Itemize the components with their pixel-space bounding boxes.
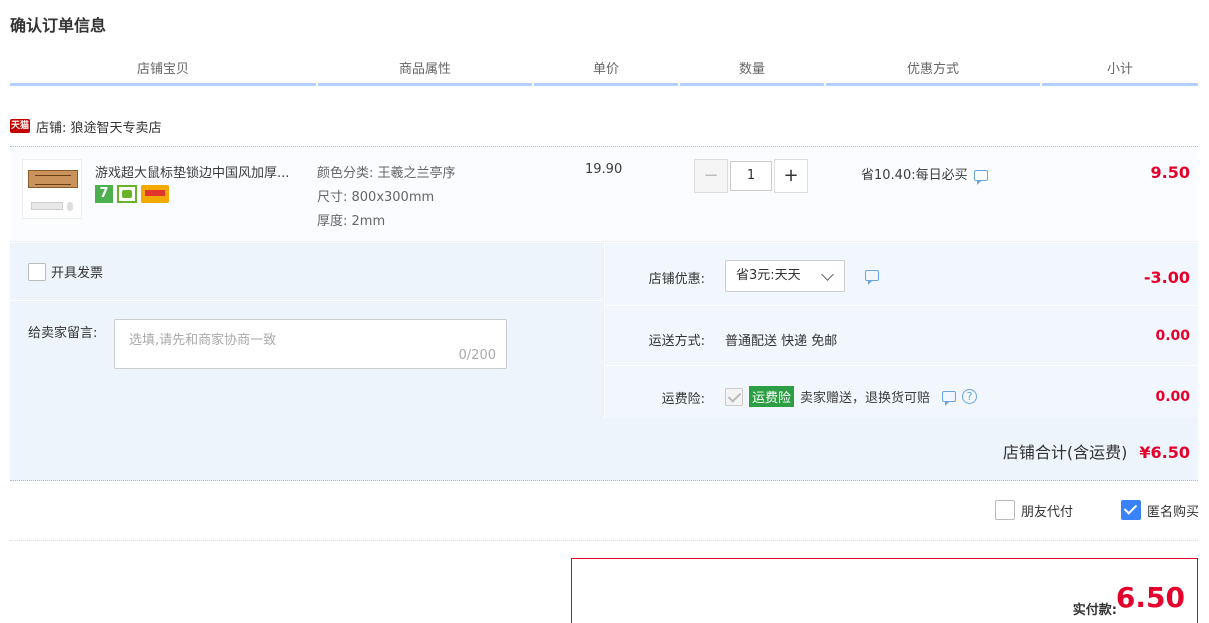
quantity-increase-button[interactable]: + <box>774 159 808 193</box>
payment-amount: 6.50 <box>1115 581 1185 614</box>
seven-day-return-icon[interactable]: 7 <box>95 185 113 203</box>
checkout-extras: 朋友代付 匿名购买 <box>994 500 1199 520</box>
quantity-decrease-button[interactable]: − <box>694 159 728 193</box>
message-placeholder: 选填,请先和商家协商一致 <box>129 333 277 348</box>
shipping-label: 运送方式: <box>648 334 705 349</box>
help-icon[interactable]: ? <box>962 389 978 404</box>
insurance-amount: 0.00 <box>1155 389 1190 405</box>
friend-pay-checkbox[interactable] <box>994 500 1015 520</box>
insurance-tag: 运费险 <box>749 386 795 407</box>
seller-message-input[interactable]: 选填,请先和商家协商一致 0/200 <box>114 319 507 369</box>
order-item-row: 游戏超大鼠标垫锁边中国风加厚... 7 颜色分类: 王羲之兰亭序 尺寸: 800… <box>10 146 1198 242</box>
anonymous-purchase-option[interactable]: 匿名购买 <box>1120 500 1199 520</box>
product-title[interactable]: 游戏超大鼠标垫锁边中国风加厚... <box>95 162 315 181</box>
shipping-method: 普通配送 快递 免邮 <box>725 334 838 349</box>
header-shop-item: 店铺宝贝 <box>10 60 316 86</box>
order-options-panel: 开具发票 给卖家留言: 选填,请先和商家协商一致 0/200 店铺优惠: 省3元… <box>10 243 1199 481</box>
shop-total-label: 店铺合计(含运费) <box>1002 443 1128 462</box>
shipping-amount: 0.00 <box>1155 328 1190 344</box>
item-promotion: 省10.40:每日必买 <box>861 164 988 185</box>
shop-name[interactable]: 店铺: 狼途智天专卖店 <box>36 117 162 136</box>
friend-pay-label: 朋友代付 <box>1020 504 1073 520</box>
header-unit-price: 单价 <box>534 60 678 86</box>
attr-color: 颜色分类: 王羲之兰亭序 <box>317 166 456 181</box>
attr-size: 尺寸: 800x300mm <box>317 190 435 205</box>
chevron-down-icon <box>821 268 834 281</box>
quantity-stepper: − 1 + <box>694 159 808 193</box>
comment-icon[interactable] <box>942 391 957 406</box>
insurance-text: 卖家赠送，退换货可赔 <box>800 391 931 406</box>
payment-label: 实付款: <box>1072 603 1117 618</box>
anonymous-checkbox[interactable] <box>1120 500 1141 520</box>
service-icons: 7 <box>95 185 169 203</box>
item-subtotal: 9.50 <box>1150 163 1190 182</box>
insurance-label: 运费险: <box>661 392 705 407</box>
shop-line: 天猫 店铺: 狼途智天专卖店 <box>10 116 162 136</box>
shipping-insurance: 运费险 卖家赠送，退换货可赔 ? <box>725 386 978 407</box>
credit-card-icon[interactable] <box>141 185 169 203</box>
invoice-label: 开具发票 <box>51 266 104 281</box>
column-header: 店铺宝贝 商品属性 单价 数量 优惠方式 小计 <box>10 60 1198 86</box>
product-thumbnail[interactable] <box>22 159 82 219</box>
message-char-counter: 0/200 <box>458 348 496 363</box>
unit-price: 19.90 <box>585 162 623 177</box>
comment-icon[interactable] <box>865 270 879 285</box>
header-attributes: 商品属性 <box>318 60 532 86</box>
payment-summary: 实付款: 6.50 <box>571 558 1198 623</box>
invoice-checkbox[interactable] <box>28 262 46 281</box>
comment-icon[interactable] <box>973 170 988 185</box>
shop-discount-amount: -3.00 <box>1143 268 1190 287</box>
header-discount: 优惠方式 <box>826 60 1040 86</box>
shop-discount-value: 省3元:天天 <box>736 268 801 283</box>
product-attributes: 颜色分类: 王羲之兰亭序 尺寸: 800x300mm 厚度: 2mm <box>317 162 456 234</box>
shop-discount-label: 店铺优惠: <box>648 272 705 287</box>
invoice-option[interactable]: 开具发票 <box>28 262 103 281</box>
anonymous-label: 匿名购买 <box>1146 504 1199 520</box>
quantity-input[interactable]: 1 <box>730 161 772 191</box>
divider <box>10 540 1198 541</box>
page-title: 确认订单信息 <box>10 16 107 35</box>
header-quantity: 数量 <box>680 60 824 86</box>
tmall-icon: 天猫 <box>10 119 30 133</box>
shop-total: 店铺合计(含运费) ¥6.50 <box>1003 439 1190 463</box>
header-subtotal: 小计 <box>1042 60 1198 86</box>
friend-pay-option[interactable]: 朋友代付 <box>994 500 1073 520</box>
service-guarantee-icon[interactable] <box>117 185 137 203</box>
promotion-text: 省10.40:每日必买 <box>861 168 968 183</box>
attr-thickness: 厚度: 2mm <box>317 214 386 229</box>
message-label: 给卖家留言: <box>28 326 98 341</box>
shop-discount-select[interactable]: 省3元:天天 <box>725 260 845 292</box>
shop-total-amount: ¥6.50 <box>1139 443 1190 462</box>
insurance-checkbox <box>725 387 743 406</box>
